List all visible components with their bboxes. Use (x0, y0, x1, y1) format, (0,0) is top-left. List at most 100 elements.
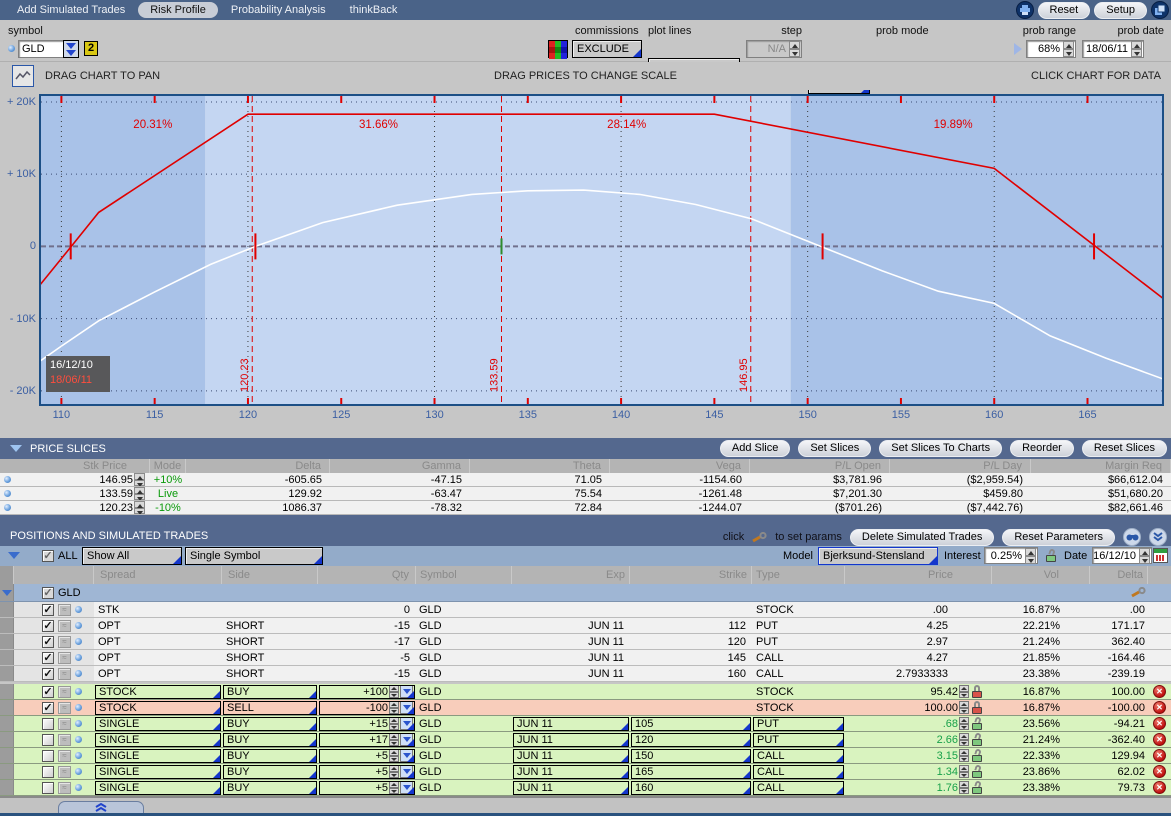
qty-spinner[interactable] (389, 749, 399, 762)
col-spread[interactable]: Spread (94, 566, 222, 584)
side-select[interactable]: BUY (223, 749, 317, 763)
price-lock-icon[interactable] (972, 701, 982, 714)
row-dot-icon[interactable] (75, 638, 82, 645)
col-stk-price[interactable]: Stk Price (0, 459, 150, 473)
delete-trade-button[interactable]: ✕ (1153, 701, 1166, 714)
type-select[interactable]: PUT (753, 717, 844, 731)
side-select[interactable]: BUY (223, 717, 317, 731)
prob-date-spinner[interactable] (1131, 41, 1142, 57)
qty-dropdown-button[interactable] (400, 717, 413, 730)
row-dot-icon[interactable] (75, 736, 82, 743)
row-checkbox[interactable] (42, 604, 54, 616)
trade-date-calendar-icon[interactable] (1153, 548, 1168, 563)
row-checkbox[interactable] (42, 750, 54, 762)
prob-range-stepper[interactable]: 68% (1026, 40, 1076, 58)
print-button[interactable] (1016, 1, 1034, 19)
qty-stepper[interactable]: +5 (319, 765, 415, 779)
col-p-l-open[interactable]: P/L Open (750, 459, 890, 473)
symbol-count-badge[interactable]: 2 (84, 41, 98, 56)
qty-stepper[interactable]: +17 (319, 733, 415, 747)
row-dot-icon[interactable] (75, 670, 82, 677)
row-chart-button[interactable]: ≈ (58, 652, 71, 664)
delete-simulated-trades-button[interactable]: Delete Simulated Trades (850, 529, 994, 546)
add-slice-button[interactable]: Add Slice (720, 440, 790, 457)
row-chart-button[interactable]: ≈ (58, 782, 71, 794)
exp-select[interactable]: JUN 11 (513, 749, 629, 763)
row-checkbox[interactable] (42, 636, 54, 648)
slice-dot-icon[interactable] (4, 504, 11, 511)
group-wrench-icon[interactable] (1131, 587, 1146, 598)
row-dot-icon[interactable] (75, 606, 82, 613)
row-chart-button[interactable]: ≈ (58, 668, 71, 680)
delete-trade-button[interactable]: ✕ (1153, 685, 1166, 698)
trade-date-stepper[interactable]: 16/12/10 (1092, 547, 1152, 564)
slice-price-spinner[interactable] (134, 501, 145, 514)
reset-parameters-button[interactable]: Reset Parameters (1002, 529, 1115, 546)
row-checkbox[interactable] (42, 686, 54, 698)
side-select[interactable]: SELL (223, 701, 317, 715)
delete-trade-button[interactable]: ✕ (1153, 749, 1166, 762)
row-checkbox[interactable] (42, 782, 54, 794)
qty-spinner[interactable] (389, 685, 399, 698)
collapse-triangle-icon[interactable] (10, 445, 22, 452)
exp-select[interactable]: JUN 11 (513, 733, 629, 747)
col-delta[interactable]: Delta (1090, 566, 1148, 584)
row-dot-icon[interactable] (75, 688, 82, 695)
qty-stepper[interactable]: -100 (319, 701, 415, 715)
row-chart-button[interactable]: ≈ (58, 604, 71, 616)
price-lock-icon[interactable] (972, 733, 982, 746)
row-chart-button[interactable]: ≈ (58, 620, 71, 632)
row-dot-icon[interactable] (75, 622, 82, 629)
reset-slices-button[interactable]: Reset Slices (1082, 440, 1167, 457)
interest-spinner[interactable] (1025, 548, 1036, 564)
side-select[interactable]: BUY (223, 685, 317, 699)
setup-button[interactable]: Setup (1094, 2, 1147, 19)
spread-select[interactable]: SINGLE (95, 765, 221, 779)
col-side[interactable]: Side (222, 566, 318, 584)
strike-select[interactable]: 160 (631, 781, 751, 795)
col-mode[interactable]: Mode (150, 459, 186, 473)
side-select[interactable]: BUY (223, 765, 317, 779)
slice-price-spinner[interactable] (134, 487, 145, 500)
spread-select[interactable]: STOCK (95, 701, 221, 715)
row-checkbox[interactable] (42, 652, 54, 664)
price-lock-icon[interactable] (972, 781, 982, 794)
row-dot-icon[interactable] (75, 720, 82, 727)
qty-dropdown-button[interactable] (400, 781, 413, 794)
row-dot-icon[interactable] (75, 752, 82, 759)
qty-dropdown-button[interactable] (400, 765, 413, 778)
collapse-section-button[interactable] (1149, 528, 1167, 546)
interest-stepper[interactable]: 0.25% (984, 547, 1038, 564)
qty-spinner[interactable] (959, 701, 969, 714)
commissions-select[interactable]: EXCLUDE (572, 40, 642, 58)
row-checkbox[interactable] (42, 702, 54, 714)
show-filter-select[interactable]: Show All (82, 547, 182, 565)
qty-stepper[interactable]: +5 (319, 749, 415, 763)
row-checkbox[interactable] (42, 668, 54, 680)
col-type[interactable]: Type (752, 566, 845, 584)
spread-select[interactable]: SINGLE (95, 733, 221, 747)
all-checkbox[interactable] (42, 550, 54, 562)
col-vol[interactable]: Vol (992, 566, 1090, 584)
interest-lock-icon[interactable] (1046, 549, 1056, 562)
find-button[interactable] (1123, 528, 1141, 546)
qty-spinner[interactable] (959, 781, 969, 794)
type-select[interactable]: CALL (753, 765, 844, 779)
price-lock-icon[interactable] (972, 765, 982, 778)
tab-add-simulated-trades[interactable]: Add Simulated Trades (6, 2, 136, 18)
qty-dropdown-button[interactable] (400, 685, 413, 698)
row-chart-button[interactable]: ≈ (58, 718, 71, 730)
row-dot-icon[interactable] (75, 768, 82, 775)
chart-style-grid-icon[interactable] (548, 40, 568, 58)
col-price[interactable]: Price (845, 566, 992, 584)
tab-risk-profile[interactable]: Risk Profile (138, 2, 218, 18)
qty-spinner[interactable] (389, 765, 399, 778)
row-dot-icon[interactable] (75, 654, 82, 661)
col-delta[interactable]: Delta (186, 459, 330, 473)
col-vega[interactable]: Vega (610, 459, 750, 473)
symbol-group-collapse-icon[interactable] (2, 590, 12, 596)
step-spinner[interactable] (789, 41, 800, 57)
qty-dropdown-button[interactable] (400, 733, 413, 746)
col-qty[interactable]: Qty (318, 566, 416, 584)
qty-dropdown-button[interactable] (400, 701, 413, 714)
